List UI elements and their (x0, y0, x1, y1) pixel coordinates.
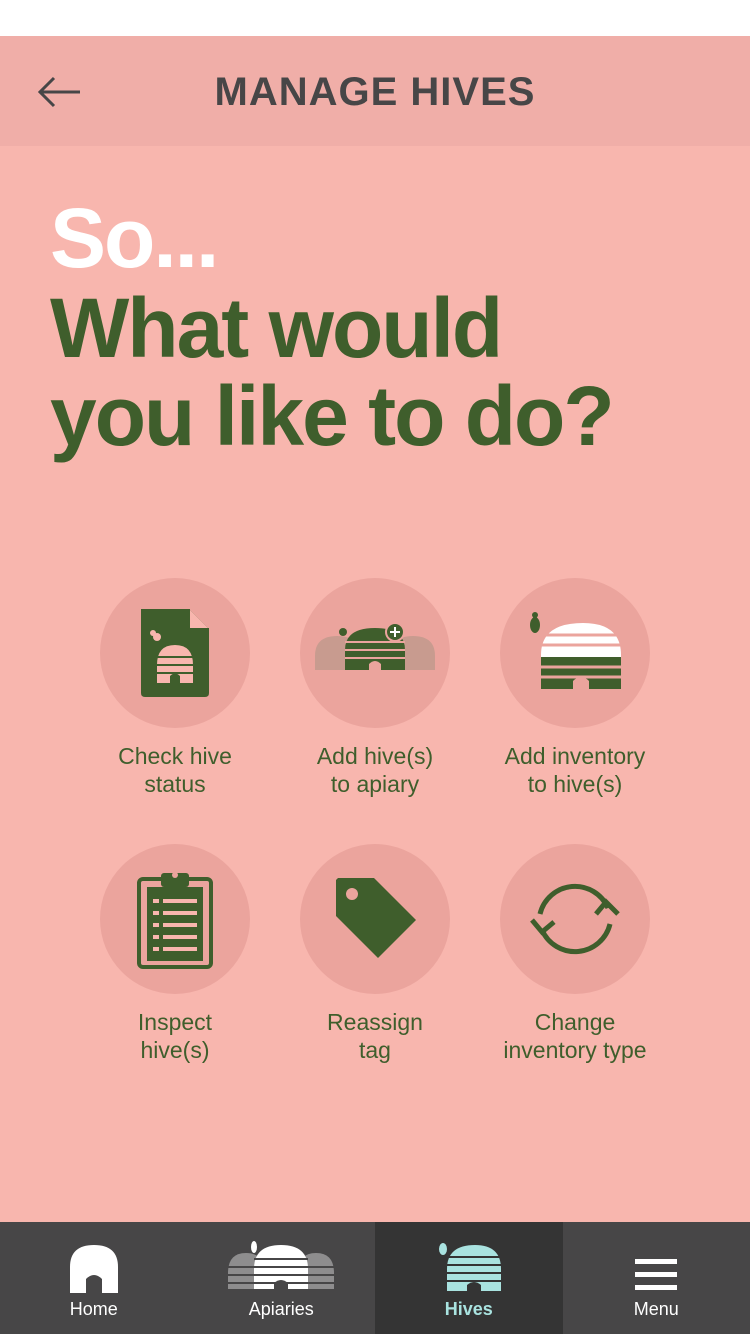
action-circle (500, 844, 650, 994)
tab-hives[interactable]: Hives (375, 1222, 563, 1334)
action-label: Reassign tag (327, 1009, 423, 1063)
headline-question-line-2: you like to do? (50, 369, 615, 463)
headline: So... What would you like to do? (50, 192, 730, 460)
tab-apiaries[interactable]: Apiaries (188, 1222, 376, 1334)
tab-label: Hives (444, 1299, 493, 1319)
check-hive-status-button[interactable]: Check hive status (75, 578, 275, 798)
add-hive-icon (315, 622, 435, 670)
headline-question-line-1: What would (50, 281, 503, 375)
reassign-tag-button[interactable]: Reassign tag (275, 844, 475, 1064)
tab-bar: Home Apiaries Hives Menu (0, 1222, 750, 1334)
tab-label: Apiaries (248, 1299, 314, 1319)
header-bar: MANAGE HIVES (0, 36, 750, 146)
action-circle (100, 844, 250, 994)
tag-icon (336, 878, 416, 958)
action-circle (300, 578, 450, 728)
tab-label: Menu (633, 1299, 679, 1319)
status-bar (0, 0, 750, 36)
action-circle (500, 578, 650, 728)
action-label: Add hive(s) to apiary (316, 743, 434, 797)
hive-document-icon (141, 609, 209, 697)
tab-label: Home (69, 1299, 118, 1319)
action-circle (300, 844, 450, 994)
refresh-icon (530, 883, 620, 955)
hamburger-menu-icon (635, 1259, 678, 1290)
action-circle (100, 578, 250, 728)
hive-icon (438, 1243, 501, 1291)
page-title: MANAGE HIVES (214, 70, 536, 114)
home-icon (69, 1245, 118, 1293)
headline-so: So... (50, 191, 219, 285)
tab-menu[interactable]: Menu (563, 1222, 750, 1334)
change-inventory-type-button[interactable]: Change inventory type (475, 844, 675, 1064)
tab-home[interactable]: Home (0, 1222, 188, 1334)
action-label: Add inventory to hive(s) (504, 743, 646, 797)
inspect-hives-button[interactable]: Inspect hive(s) (75, 844, 275, 1064)
add-hives-to-apiary-button[interactable]: Add hive(s) to apiary (275, 578, 475, 798)
apiaries-icon (228, 1241, 335, 1289)
action-label: Inspect hive(s) (137, 1009, 213, 1063)
clipboard-icon (137, 872, 213, 969)
action-label: Check hive status (118, 743, 232, 797)
action-label: Change inventory type (503, 1009, 647, 1063)
add-inventory-to-hives-button[interactable]: Add inventory to hive(s) (475, 578, 675, 798)
hive-inventory-icon (530, 612, 621, 689)
